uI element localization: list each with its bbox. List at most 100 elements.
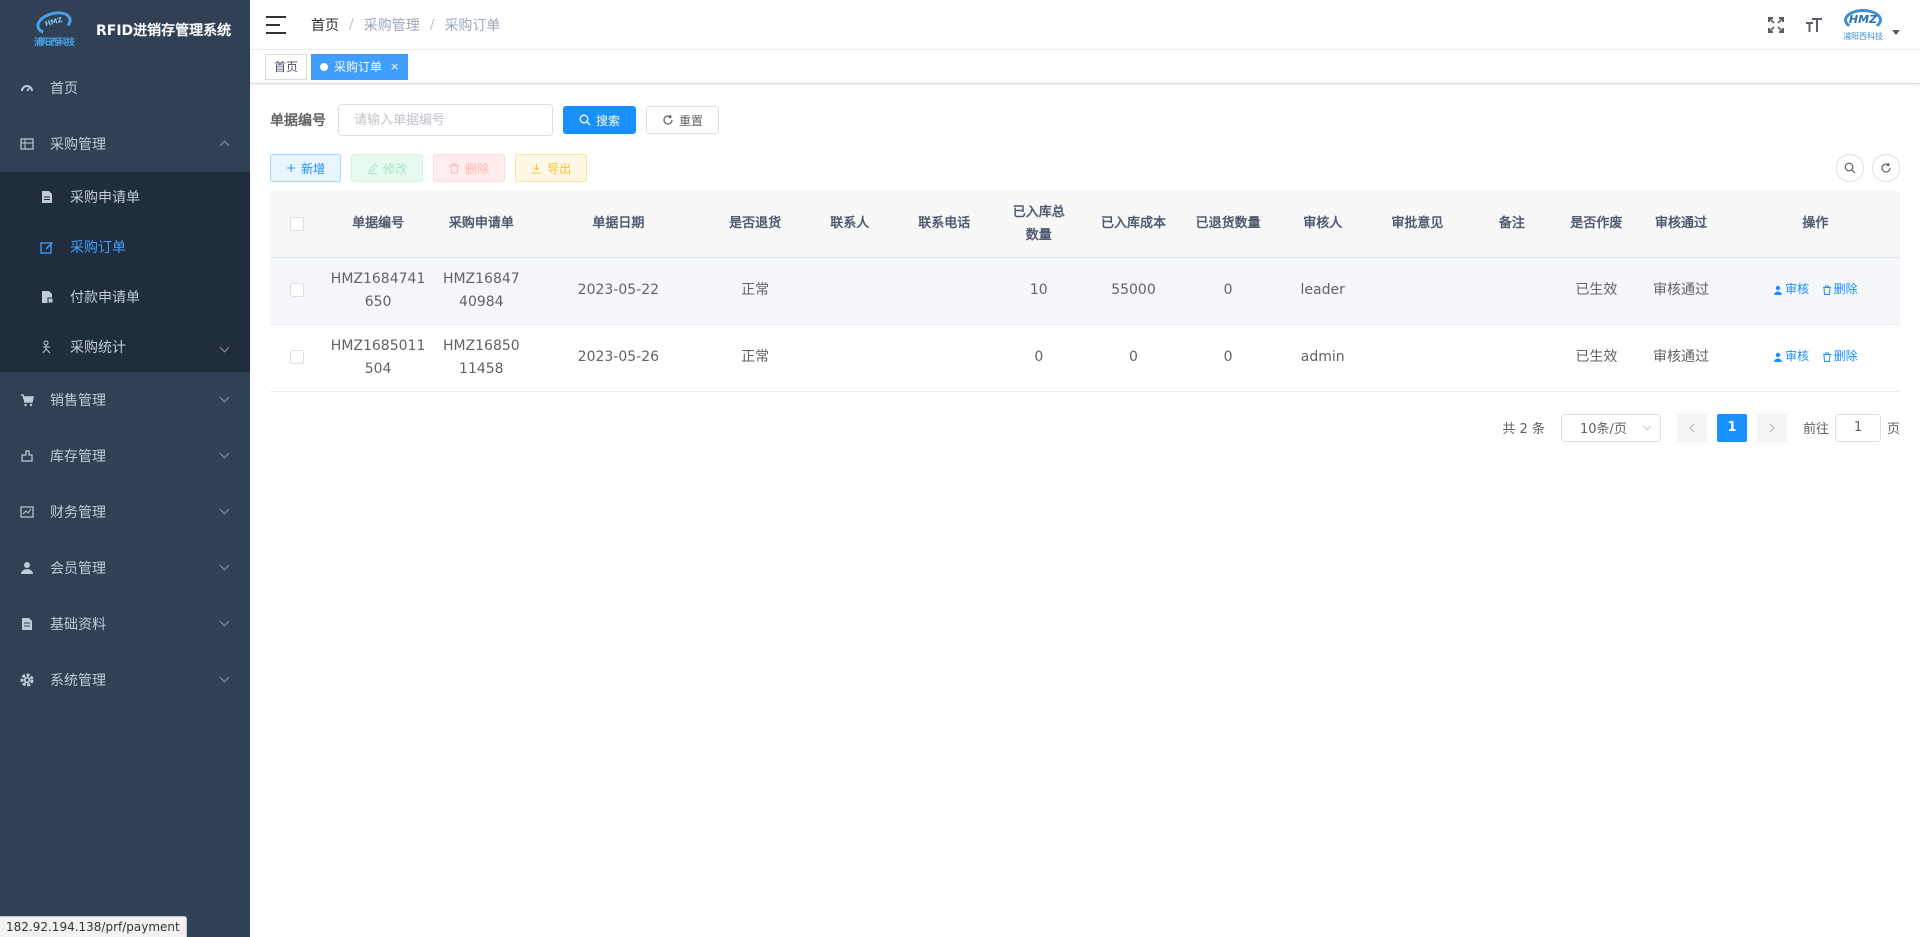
- sidebar-item-inventory[interactable]: 库存管理: [0, 428, 250, 484]
- caret-down-icon[interactable]: [1892, 29, 1900, 35]
- remark-cell: [1462, 324, 1562, 392]
- tags-view: 首页 采购订单 ×: [250, 50, 1920, 84]
- doc-number-line1: HMZ1685011: [330, 337, 426, 354]
- pagination-total: 共 2 条: [1502, 422, 1545, 437]
- plus-icon: +: [286, 161, 297, 175]
- sidebar-item-payment-request[interactable]: 付款申请单: [0, 272, 250, 322]
- sidebar-item-label: 库存管理: [50, 449, 106, 465]
- void-status-cell: 已生效: [1561, 257, 1632, 325]
- purchase-submenu: 采购申请单 采购订单 付款申请单 采购统计: [0, 172, 250, 372]
- stocked-qty-cell: 10: [993, 257, 1084, 325]
- table-row[interactable]: HMZ1685011 504 HMZ16850 11458 2023-05-26 正…: [270, 324, 1900, 392]
- reset-button[interactable]: 重置: [646, 106, 720, 134]
- user-icon: [20, 561, 34, 575]
- edit-button[interactable]: 修改: [351, 154, 424, 182]
- row-checkbox[interactable]: [290, 283, 305, 297]
- table-icon: [20, 137, 34, 151]
- row-select-cell: [270, 257, 325, 325]
- column-header: 备注: [1462, 191, 1562, 258]
- dashboard-icon: [20, 81, 34, 95]
- delete-button[interactable]: 删除: [433, 154, 506, 182]
- page-number-current[interactable]: 1: [1716, 413, 1747, 442]
- gear-icon: [20, 673, 34, 687]
- purchase-order-table: 单据编号 采购申请单 单据日期 是否退货 联系人 联系电话 已入库总数量 已入库…: [270, 191, 1900, 392]
- sidebar-item-label: 系统管理: [50, 673, 106, 689]
- table-tools: [1836, 154, 1900, 182]
- remark-cell: [1462, 257, 1562, 325]
- phone-cell: [894, 324, 994, 392]
- chevron-left-icon: [1688, 422, 1695, 433]
- export-button[interactable]: 导出: [515, 154, 588, 182]
- search-button[interactable]: 搜索: [563, 106, 637, 134]
- goto-page-input[interactable]: [1834, 413, 1881, 442]
- phone-cell: [894, 257, 994, 325]
- close-icon[interactable]: ×: [390, 55, 399, 79]
- sidebar-item-purchase-order[interactable]: 采购订单: [0, 222, 250, 272]
- breadcrumb-home[interactable]: 首页: [311, 15, 339, 35]
- sidebar-item-sales[interactable]: 销售管理: [0, 372, 250, 428]
- toolbar: + 新增 修改 删除 导出: [270, 154, 1900, 182]
- add-button[interactable]: + 新增: [270, 154, 342, 182]
- column-header: 是否退货: [705, 191, 805, 258]
- toggle-search-button[interactable]: [1836, 154, 1864, 182]
- audit-link[interactable]: 审核: [1773, 345, 1809, 368]
- returned-qty-cell: 0: [1183, 324, 1273, 392]
- doc-number-cell: HMZ1684741 650: [324, 257, 432, 325]
- sidebar-menu: 首页 采购管理 采购申请单 采购订单 付款申请单 采购统计 销售管理 库存管理 …: [0, 60, 250, 708]
- approval-status-cell: 审核通过: [1631, 324, 1731, 392]
- finance-icon: [20, 505, 34, 519]
- audit-link[interactable]: 审核: [1773, 278, 1809, 301]
- edit-icon: [368, 162, 378, 174]
- avatar[interactable]: HMZ 浦阳西科技: [1842, 5, 1884, 45]
- avatar-sub-text: 浦阳西科技: [1843, 31, 1883, 41]
- column-header: 单据日期: [531, 191, 706, 258]
- sidebar-item-purchase[interactable]: 采购管理: [0, 116, 250, 172]
- prev-page-button[interactable]: [1676, 413, 1707, 442]
- chevron-up-icon: [219, 140, 230, 151]
- goto-prefix: 前往: [1802, 422, 1829, 437]
- brand: 浦阳西科技 RFID进销存管理系统: [0, 0, 250, 60]
- doc-number-line1: HMZ1684741: [330, 270, 426, 287]
- download-icon: [532, 163, 542, 173]
- search-form: 单据编号 搜索 重置: [270, 104, 1900, 136]
- status-url-bar: 182.92.194.138/prf/payment: [0, 916, 187, 937]
- delete-link[interactable]: 删除: [1822, 278, 1858, 301]
- stocked-cost-cell: 0: [1083, 324, 1184, 392]
- font-size-icon[interactable]: [1804, 15, 1824, 35]
- refresh-icon: [1881, 162, 1891, 173]
- chevron-down-icon: [219, 504, 230, 515]
- sidebar-item-purchase-stats[interactable]: 采购统计: [0, 322, 250, 372]
- delete-link[interactable]: 删除: [1822, 345, 1858, 368]
- page-size-select[interactable]: 10条/页: [1560, 413, 1661, 442]
- hamburger-icon[interactable]: [266, 15, 286, 34]
- row-checkbox[interactable]: [290, 350, 305, 364]
- row-select-cell: [270, 324, 325, 392]
- doc-number-input[interactable]: [338, 104, 553, 136]
- request-number-line2: 11458: [459, 360, 504, 377]
- sidebar-item-system[interactable]: 系统管理: [0, 652, 250, 708]
- table-row[interactable]: HMZ1684741 650 HMZ16847 40984 2023-05-22 正…: [270, 257, 1900, 325]
- goto-suffix: 页: [1886, 422, 1900, 437]
- breadcrumb-separator: /: [349, 16, 354, 33]
- data-icon: [20, 617, 34, 631]
- breadcrumb: 首页 / 采购管理 / 采购订单: [311, 15, 500, 35]
- chevron-down-icon: [219, 672, 230, 683]
- sidebar-item-members[interactable]: 会员管理: [0, 540, 250, 596]
- stocked-qty-cell: 0: [993, 324, 1084, 392]
- sidebar-item-label: 基础资料: [50, 617, 106, 633]
- approval-status-cell: 审核通过: [1631, 257, 1731, 325]
- next-page-button[interactable]: [1756, 413, 1787, 442]
- refresh-button[interactable]: [1872, 154, 1900, 182]
- sidebar-item-home[interactable]: 首页: [0, 60, 250, 116]
- sidebar-item-finance[interactable]: 财务管理: [0, 484, 250, 540]
- sidebar-item-basic-data[interactable]: 基础资料: [0, 596, 250, 652]
- reset-button-label: 重置: [679, 113, 704, 128]
- fullscreen-icon[interactable]: [1766, 15, 1786, 35]
- sidebar-item-label: 首页: [50, 81, 78, 97]
- tag-home[interactable]: 首页: [265, 53, 308, 80]
- sidebar-item-purchase-request[interactable]: 采购申请单: [0, 172, 250, 222]
- doc-number-line2: 650: [364, 293, 392, 310]
- select-all-checkbox[interactable]: [290, 216, 305, 231]
- doc-date-cell: 2023-05-26: [531, 324, 706, 392]
- tag-purchase-order[interactable]: 采购订单 ×: [311, 53, 409, 80]
